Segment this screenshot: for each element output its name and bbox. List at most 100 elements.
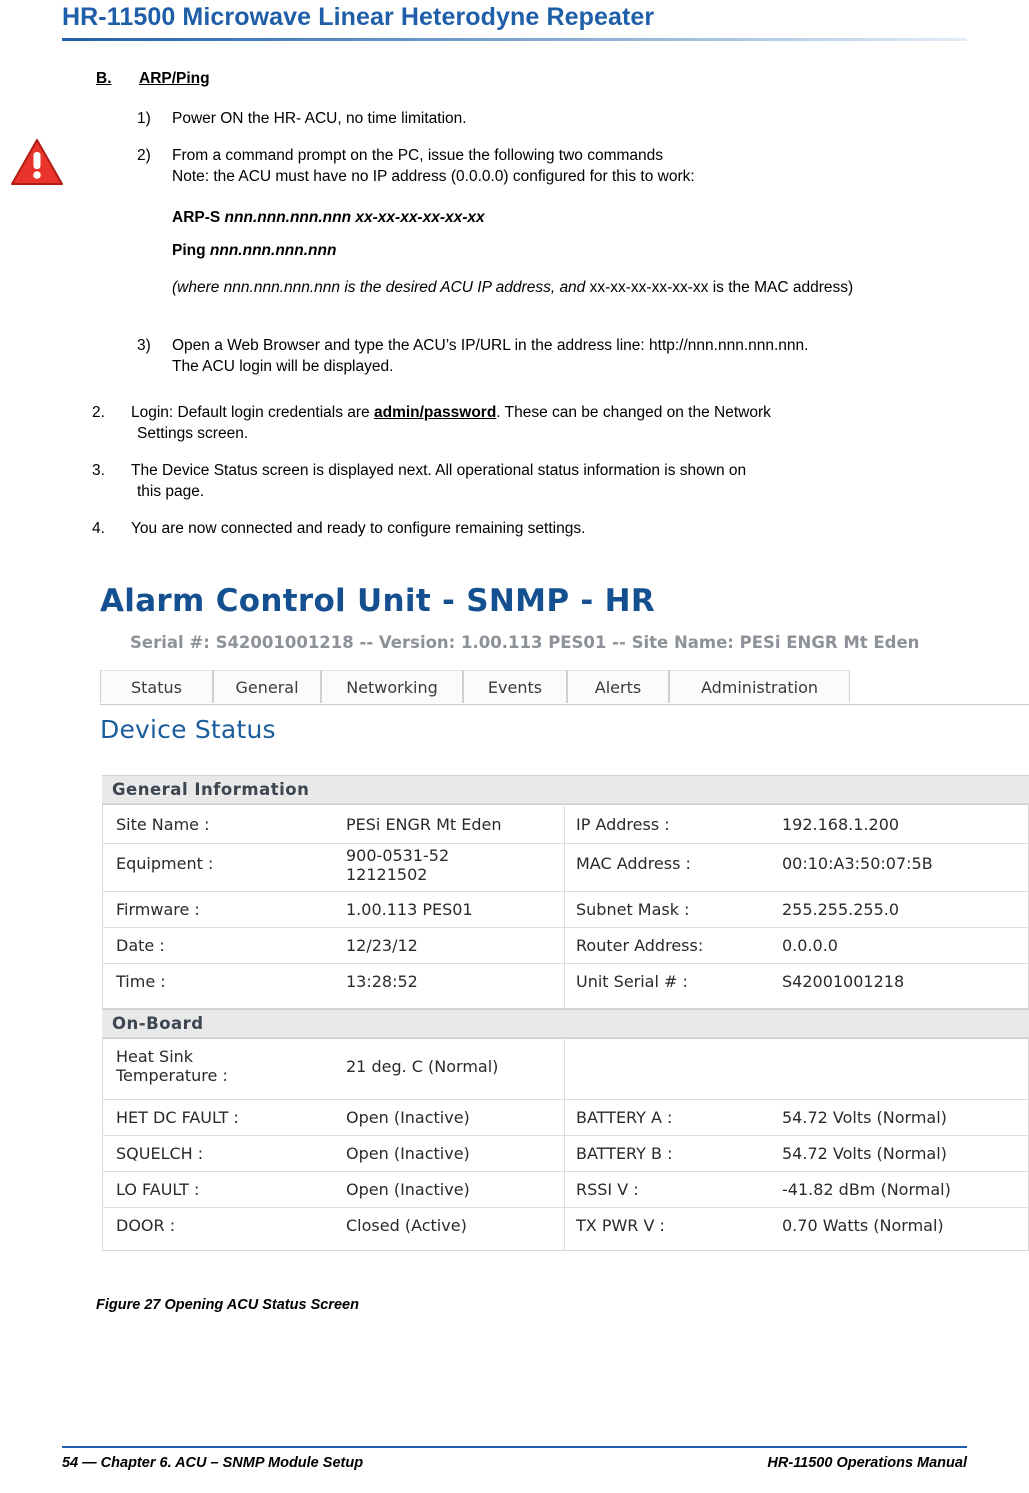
- general-information-section-header: General Information: [102, 775, 1029, 805]
- where-note-italic: (where nnn.nnn.nnn.nnn is the desired AC…: [172, 279, 590, 296]
- item-b3-number: 3): [137, 337, 151, 354]
- acu-status-screenshot: Alarm Control Unit - SNMP - HR Serial #:…: [96, 575, 1029, 1255]
- arp-command: ARP-S nnn.nnn.nnn.nnn xx-xx-xx-xx-xx-xx: [172, 207, 485, 228]
- gi-label-date: Date :: [116, 936, 165, 955]
- gi-value-subnet-mask: 255.255.255.0: [782, 900, 900, 919]
- section-b-label: B.: [96, 70, 112, 87]
- gi-value-time: 13:28:52: [346, 972, 418, 991]
- tab-alerts[interactable]: Alerts: [567, 670, 669, 703]
- gi-label-unit-serial: Unit Serial # :: [576, 972, 688, 991]
- ob-value-rssi-v: -41.82 dBm (Normal): [782, 1180, 951, 1199]
- on-board-section-header: On-Board: [102, 1009, 1029, 1039]
- grid-divider: [102, 1207, 1029, 1208]
- item-b2-line1: From a command prompt on the PC, issue t…: [172, 147, 664, 164]
- grid-divider: [102, 891, 1029, 892]
- gi-label-equipment: Equipment :: [116, 854, 214, 873]
- gi-value-ip-address: 192.168.1.200: [782, 815, 900, 834]
- item-2-post: . These can be changed on the Network: [496, 404, 771, 421]
- item-4-text: You are now connected and ready to confi…: [131, 520, 586, 537]
- gi-value-firmware: 1.00.113 PES01: [346, 900, 473, 919]
- item-b1-number: 1): [137, 110, 151, 127]
- acu-subtitle-info: Serial #: S42001001218 -- Version: 1.00.…: [130, 633, 920, 652]
- tab-events[interactable]: Events: [463, 670, 567, 703]
- grid-divider: [102, 1099, 1029, 1100]
- footer-left-text: 54 — Chapter 6. ACU – SNMP Module Setup: [62, 1455, 364, 1471]
- item-2-line1: Login: Default login credentials are adm…: [131, 402, 771, 423]
- item-2-pre: Login: Default login credentials are: [131, 404, 374, 421]
- gi-label-mac-address: MAC Address :: [576, 854, 691, 873]
- grid-divider: [564, 803, 565, 1009]
- header-divider: [62, 38, 967, 41]
- item-2-line2: Settings screen.: [137, 425, 249, 442]
- gi-value-unit-serial: S42001001218: [782, 972, 905, 991]
- ob-value-lo-fault: Open (Inactive): [346, 1180, 470, 1199]
- ob-label-squelch: SQUELCH :: [116, 1144, 204, 1163]
- item-b2-line2: Note: the ACU must have no IP address (0…: [172, 168, 695, 185]
- page-header: HR-11500 Microwave Linear Heterodyne Rep…: [0, 0, 1029, 46]
- item-b2-number: 2): [137, 147, 151, 164]
- acu-app-title: Alarm Control Unit - SNMP - HR: [100, 583, 656, 619]
- grid-divider: [102, 1171, 1029, 1172]
- figure-caption: Figure 27 Opening ACU Status Screen: [96, 1297, 359, 1313]
- section-b-title: ARP/Ping: [139, 70, 210, 87]
- ob-label-door: DOOR :: [116, 1216, 176, 1235]
- tab-networking[interactable]: Networking: [321, 670, 463, 703]
- tab-status[interactable]: Status: [100, 670, 213, 703]
- general-information-title: General Information: [112, 780, 310, 799]
- item-3-line2: this page.: [137, 483, 205, 500]
- warning-exclamation-icon: [10, 138, 64, 188]
- device-status-heading: Device Status: [100, 715, 276, 744]
- gi-value-site-name: PESi ENGR Mt Eden: [346, 815, 502, 834]
- grid-divider: [102, 927, 1029, 928]
- gi-value-date: 12/23/12: [346, 936, 418, 955]
- acu-tab-bar: Status General Networking Events Alerts …: [100, 670, 1029, 705]
- ob-label-het-dc-fault: HET DC FAULT :: [116, 1108, 239, 1127]
- where-note-plain: xx-xx-xx-xx-xx-xx is the MAC address): [589, 279, 854, 296]
- gi-value-mac-address: 00:10:A3:50:07:5B: [782, 854, 933, 873]
- item-b3-line1: Open a Web Browser and type the ACU’s IP…: [172, 337, 809, 354]
- gi-value-equipment: 900-0531-52 12121502: [346, 846, 450, 884]
- ob-value-battery-a: 54.72 Volts (Normal): [782, 1108, 947, 1127]
- item-b3-line2: The ACU login will be displayed.: [172, 358, 394, 375]
- ob-label-battery-b: BATTERY B :: [576, 1144, 673, 1163]
- tab-administration[interactable]: Administration: [669, 670, 850, 703]
- tab-general[interactable]: General: [213, 670, 321, 703]
- grid-divider: [564, 1037, 565, 1099]
- grid-divider: [102, 1135, 1029, 1136]
- grid-divider: [102, 843, 1029, 844]
- ob-value-tx-pwr-v: 0.70 Watts (Normal): [782, 1216, 944, 1235]
- ob-label-battery-a: BATTERY A :: [576, 1108, 673, 1127]
- gi-label-ip-address: IP Address :: [576, 815, 670, 834]
- ob-value-door: Closed (Active): [346, 1216, 467, 1235]
- ping-command: Ping nnn.nnn.nnn.nnn: [172, 240, 336, 261]
- ping-command-args: nnn.nnn.nnn.nnn: [209, 242, 337, 259]
- ping-command-label: Ping: [172, 242, 206, 259]
- item-2-number: 2.: [92, 404, 105, 421]
- gi-label-site-name: Site Name :: [116, 815, 210, 834]
- ob-value-het-dc-fault: Open (Inactive): [346, 1108, 470, 1127]
- gi-label-subnet-mask: Subnet Mask :: [576, 900, 690, 919]
- gi-label-router-address: Router Address:: [576, 936, 704, 955]
- item-2-credentials: admin/password: [373, 404, 497, 421]
- item-3-number: 3.: [92, 462, 105, 479]
- ob-label-heat-sink-temperature: Heat Sink Temperature :: [116, 1047, 228, 1085]
- gi-label-time: Time :: [116, 972, 166, 991]
- grid-divider: [102, 963, 1029, 964]
- item-3-line1: The Device Status screen is displayed ne…: [131, 462, 747, 479]
- ob-value-squelch: Open (Inactive): [346, 1144, 470, 1163]
- ob-value-heat-sink-temperature: 21 deg. C (Normal): [346, 1057, 499, 1076]
- ob-label-rssi-v: RSSI V :: [576, 1180, 639, 1199]
- ob-value-battery-b: 54.72 Volts (Normal): [782, 1144, 947, 1163]
- footer-divider: [62, 1446, 967, 1448]
- gi-label-firmware: Firmware :: [116, 900, 200, 919]
- on-board-title: On-Board: [112, 1014, 204, 1033]
- item-b1-text: Power ON the HR- ACU, no time limitation…: [172, 110, 467, 127]
- ob-label-lo-fault: LO FAULT :: [116, 1180, 200, 1199]
- arp-command-args: nnn.nnn.nnn.nnn xx-xx-xx-xx-xx-xx: [224, 209, 485, 226]
- page-title: HR-11500 Microwave Linear Heterodyne Rep…: [62, 3, 655, 31]
- where-note: (where nnn.nnn.nnn.nnn is the desired AC…: [172, 277, 1007, 298]
- gi-value-router-address: 0.0.0.0: [782, 936, 838, 955]
- ob-label-tx-pwr-v: TX PWR V :: [576, 1216, 665, 1235]
- arp-command-label: ARP-S: [172, 209, 221, 226]
- footer-right-text: HR-11500 Operations Manual: [767, 1455, 967, 1471]
